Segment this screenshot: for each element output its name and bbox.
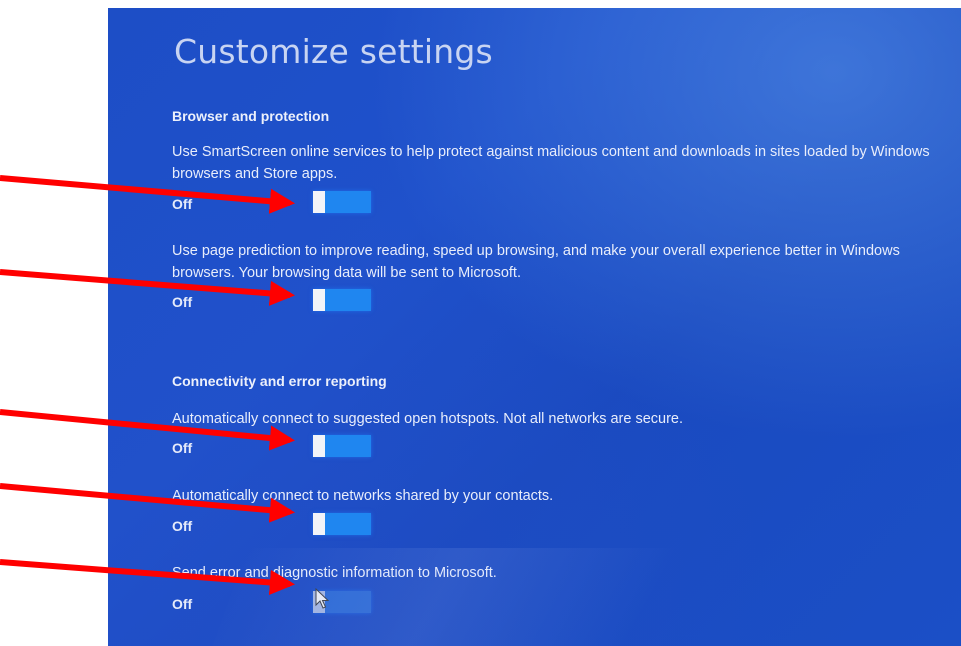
smartscreen-description: Use SmartScreen online services to help … <box>172 144 930 182</box>
error-diagnostic-state-label: Off <box>172 596 193 612</box>
toggle-knob <box>313 513 325 535</box>
page-prediction-toggle[interactable] <box>313 289 371 311</box>
contacts-networks-state-label: Off <box>172 518 193 534</box>
smartscreen-toggle[interactable] <box>313 191 371 213</box>
mouse-pointer-icon <box>315 588 330 609</box>
page-prediction-description: Use page prediction to improve reading, … <box>172 243 900 281</box>
customize-settings-screen: Customize settings Browser and protectio… <box>108 8 961 646</box>
open-hotspots-state-label: Off <box>172 440 193 456</box>
open-hotspots-description: Automatically connect to suggested open … <box>172 411 684 427</box>
section-heading-browser-protection: Browser and protection <box>172 108 330 124</box>
section-heading-connectivity-error-reporting: Connectivity and error reporting <box>172 373 387 389</box>
toggle-knob <box>313 191 325 213</box>
smartscreen-state-label: Off <box>172 196 193 212</box>
page-title: Customize settings <box>174 32 493 71</box>
open-hotspots-toggle[interactable] <box>313 435 371 457</box>
toggle-knob <box>313 289 325 311</box>
photo-stage: Customize settings Browser and protectio… <box>0 0 961 646</box>
page-prediction-state-label: Off <box>172 294 193 310</box>
contacts-networks-toggle[interactable] <box>313 513 371 535</box>
contacts-networks-description: Automatically connect to networks shared… <box>172 488 554 504</box>
toggle-knob <box>313 435 325 457</box>
error-diagnostic-description: Send error and diagnostic information to… <box>172 565 497 581</box>
